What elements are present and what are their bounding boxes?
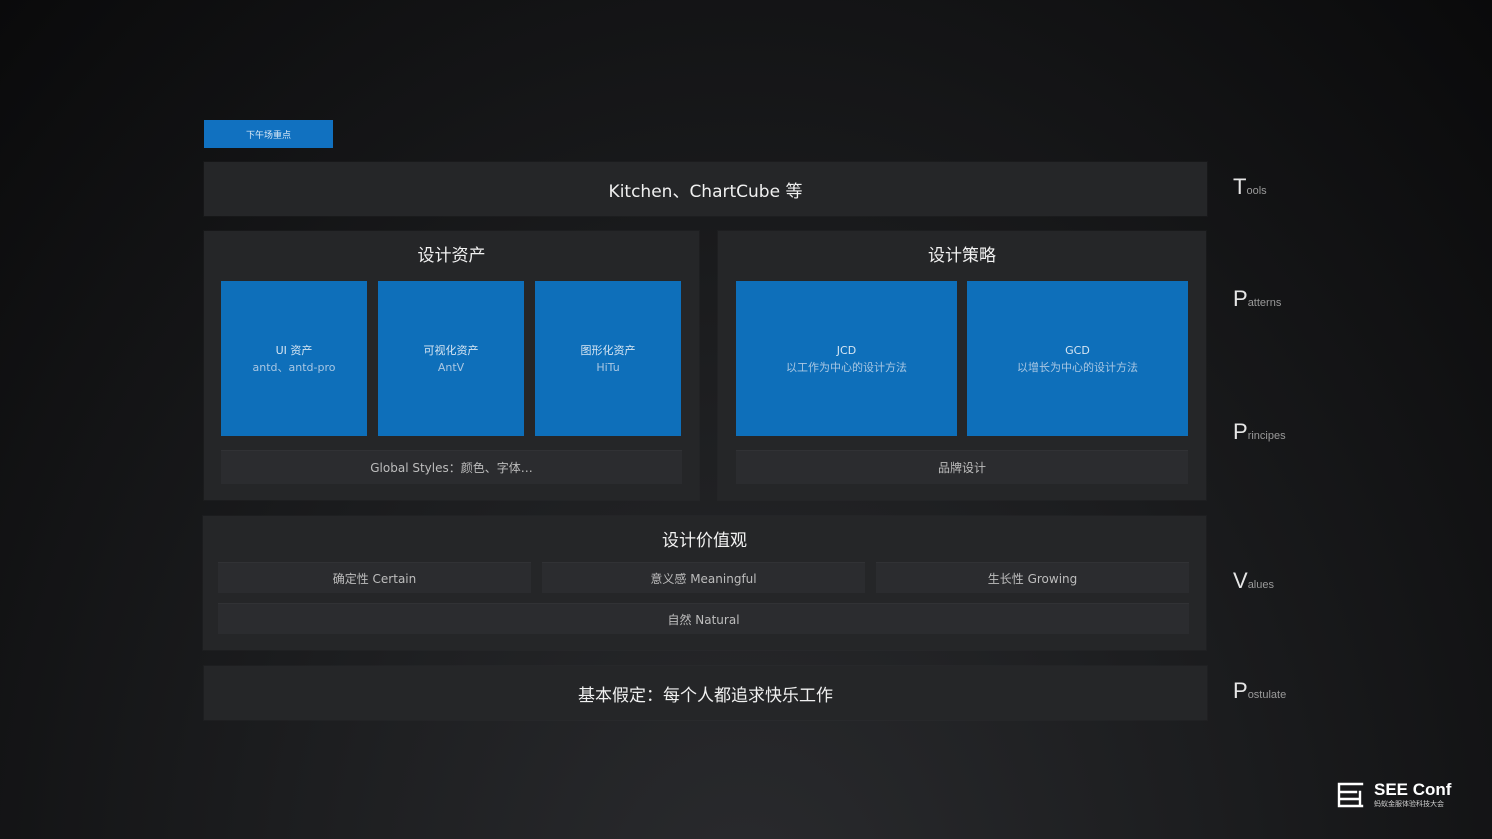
afternoon-focus-tag: 下午场重点	[204, 120, 333, 148]
card-title: 可视化资产	[423, 343, 479, 357]
ui-assets-card: UI 资产 antd、antd-pro	[221, 281, 367, 436]
gcd-card: GCD 以增长为中心的设计方法	[967, 281, 1188, 436]
side-label-initial: T	[1233, 174, 1247, 199]
design-strategy-title: 设计策略	[928, 246, 996, 266]
side-label-initial: V	[1233, 568, 1248, 593]
card-title: GCD	[1065, 343, 1090, 357]
design-assets-title: 设计资产	[417, 246, 486, 266]
brand-design-bar: 品牌设计	[736, 450, 1188, 484]
side-label-patterns: Patterns	[1233, 286, 1281, 312]
postulate-text: 基本假定：每个人都追求快乐工作	[578, 685, 833, 706]
see-conf-mark-icon	[1337, 782, 1364, 808]
side-label-initial: P	[1233, 286, 1248, 311]
side-label-rest: atterns	[1247, 297, 1282, 309]
design-strategy-panel: 设计策略 JCD 以工作为中心的设计方法 GCD 以增长为中心的设计方法 品牌设…	[718, 231, 1206, 500]
card-subtitle: 以增长为中心的设计方法	[1017, 360, 1138, 374]
global-styles-bar: Global Styles：颜色、字体…	[221, 450, 682, 484]
design-values-panel: 设计价值观 确定性 Certain 意义感 Meaningful 生长性 Gro…	[203, 516, 1206, 650]
side-label-rest: ostulate	[1247, 689, 1287, 701]
design-assets-panel: 设计资产 UI 资产 antd、antd-pro 可视化资产 AntV 图形化资…	[204, 231, 699, 500]
side-label-principles: Principes	[1233, 419, 1286, 445]
jcd-card: JCD 以工作为中心的设计方法	[736, 281, 957, 436]
side-label-rest: ools	[1246, 185, 1267, 197]
side-label-initial: P	[1233, 419, 1248, 444]
card-title: 图形化资产	[580, 343, 636, 357]
side-label-postulate: Postulate	[1233, 678, 1286, 704]
card-subtitle: AntV	[437, 360, 465, 374]
graphic-assets-card: 图形化资产 HiTu	[535, 281, 681, 436]
side-label-rest: alues	[1247, 579, 1274, 591]
card-subtitle: antd、antd-pro	[252, 360, 336, 374]
card-title: JCD	[836, 343, 857, 357]
side-label-rest: rincipes	[1247, 430, 1286, 442]
card-subtitle: HiTu	[596, 360, 620, 374]
value-certain: 确定性 Certain	[218, 562, 531, 593]
visualization-assets-card: 可视化资产 AntV	[378, 281, 524, 436]
logo-subtitle: 蚂蚁金服体验科技大会	[1374, 800, 1444, 808]
side-label-values: Values	[1233, 568, 1274, 594]
see-conf-logo: SEE Conf 蚂蚁金服体验科技大会	[1336, 778, 1460, 812]
value-natural: 自然 Natural	[218, 603, 1189, 634]
design-values-title: 设计价值观	[662, 531, 747, 551]
side-label-tools: Tools	[1233, 174, 1267, 200]
value-meaningful: 意义感 Meaningful	[542, 562, 865, 593]
side-label-initial: P	[1233, 678, 1248, 703]
tools-bar: Kitchen、ChartCube 等	[204, 162, 1207, 216]
card-subtitle: 以工作为中心的设计方法	[786, 360, 907, 374]
value-growing: 生长性 Growing	[876, 562, 1189, 593]
logo-title: SEE Conf	[1374, 780, 1452, 799]
card-title: UI 资产	[275, 343, 313, 357]
postulate-bar: 基本假定：每个人都追求快乐工作	[204, 666, 1207, 720]
